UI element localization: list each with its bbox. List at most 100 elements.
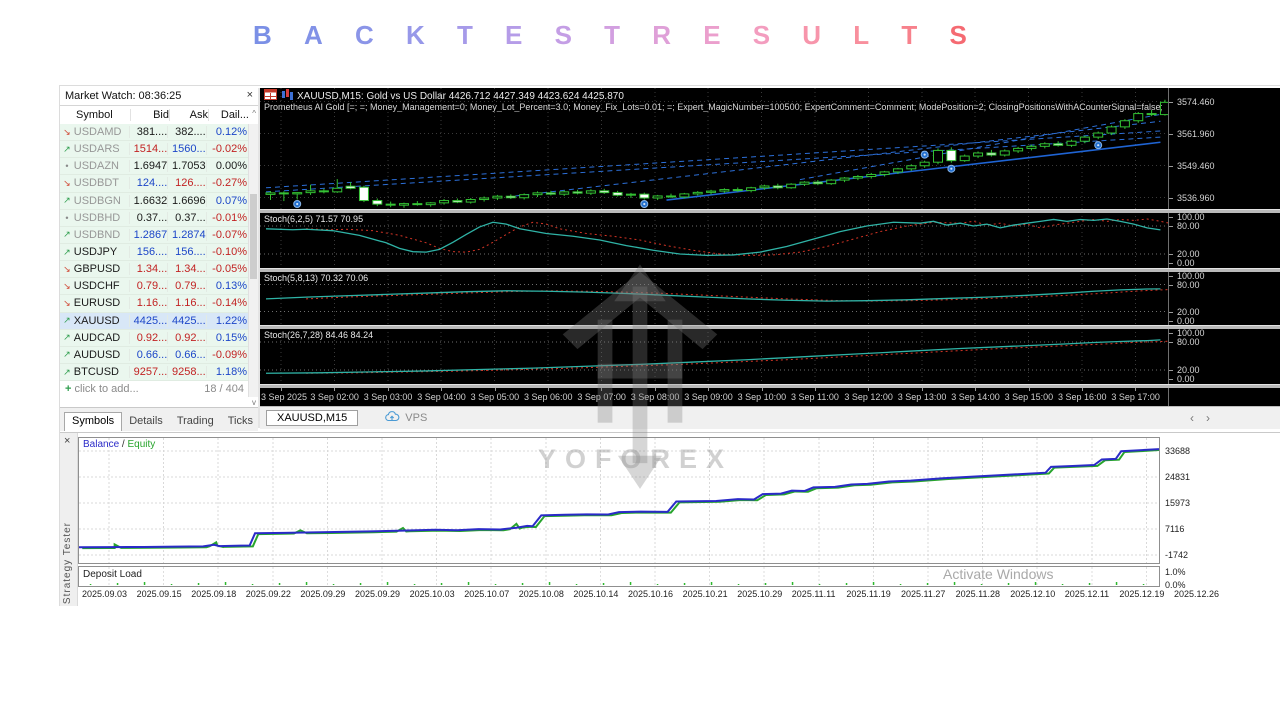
indicator-scale-label: 0.00 xyxy=(1177,374,1195,385)
symbol-cell: USDBND xyxy=(73,228,121,241)
date-label: 2025.09.15 xyxy=(136,589,182,599)
price-label: 3549.460 xyxy=(1177,160,1215,171)
market-watch-row[interactable]: • USDAZN 1.6947 1.7053 0.00% xyxy=(60,158,249,176)
scale-tick xyxy=(1169,254,1173,255)
column-daily[interactable]: Dail... xyxy=(208,109,251,121)
market-watch-row[interactable]: ↘ USDCHF 0.79... 0.79... 0.13% xyxy=(60,278,249,296)
tester-close-icon[interactable]: × xyxy=(64,435,70,447)
scale-tick xyxy=(1169,263,1173,265)
time-tick xyxy=(975,388,977,391)
date-label: 2025.10.21 xyxy=(682,589,728,599)
trend-down-icon: ↘ xyxy=(63,263,71,274)
column-ask[interactable]: Ask xyxy=(169,109,208,121)
symbol-cell: USDAMD xyxy=(73,126,122,139)
indicator-label-stoch2: Stoch(5,8,13) 70.32 70.06 xyxy=(264,273,369,283)
market-watch-row[interactable]: • USDBHD 0.37... 0.37... -0.01% xyxy=(60,209,249,227)
column-symbol[interactable]: Symbol xyxy=(60,109,130,121)
vps-button[interactable]: VPS xyxy=(384,411,427,425)
ea-parameters: Prometheus AI Gold [=; =; Money_Manageme… xyxy=(264,102,1162,112)
market-watch-row[interactable]: ↗ AUDUSD 0.66... 0.66... -0.09% xyxy=(60,346,249,364)
market-watch-row[interactable]: ↗ USDBND 1.2867 1.2874 -0.07% xyxy=(60,226,249,244)
date-label: 2025.09.22 xyxy=(245,589,291,599)
time-axis[interactable]: 3 Sep 2025 3 Sep 02:00 3 Sep 03:00 3 Sep 04… xyxy=(260,387,1168,407)
bid-cell: 1.6947 xyxy=(128,160,167,173)
time-label: 3 Sep 2025 xyxy=(261,392,308,402)
tab-scroll-right-icon[interactable]: › xyxy=(1206,411,1210,425)
column-bid[interactable]: Bid xyxy=(130,109,169,121)
date-label: 2025.11.28 xyxy=(955,589,1000,599)
stoch3-chart[interactable] xyxy=(260,328,1168,384)
ask-cell: 1.6696 xyxy=(167,194,206,207)
ask-cell: 1.16... xyxy=(167,297,206,310)
symbol-cell: USDARS xyxy=(73,143,120,156)
symbol-cell: USDBGN xyxy=(73,194,121,207)
tab-symbols[interactable]: Symbols xyxy=(64,412,123,431)
trend-up-icon: ↗ xyxy=(63,195,71,206)
banner-letter: S xyxy=(949,20,967,50)
symbol-cell: USDAZN xyxy=(73,160,120,173)
scroll-up-icon[interactable]: ^ xyxy=(252,109,256,118)
price-scale[interactable]: 3574.460 3561.960 3549.460 3536.960 100.00 80… xyxy=(1168,88,1280,406)
panel-separator[interactable] xyxy=(260,325,1280,329)
equity-legend: Balance / Equity xyxy=(83,439,156,450)
stoch1-chart[interactable] xyxy=(260,212,1168,268)
market-watch-row[interactable]: ↗ USDBGN 1.6632 1.6696 0.07% xyxy=(60,192,249,210)
daily-cell: -0.09% xyxy=(205,348,249,361)
market-watch-row[interactable]: ↘ USDAMD 381.... 382.... 0.12% xyxy=(60,124,249,142)
banner-letter: E xyxy=(505,20,523,50)
trend-down-icon: ↘ xyxy=(63,177,71,188)
scrollbar-thumb[interactable] xyxy=(250,194,257,279)
tab-details[interactable]: Details xyxy=(122,413,170,431)
trend-up-icon: ↗ xyxy=(63,332,71,343)
time-tick xyxy=(1028,388,1030,391)
tab-trading[interactable]: Trading xyxy=(170,413,221,431)
market-watch-row[interactable]: ↘ USDBDT 124.... 126.... -0.27% xyxy=(60,175,249,193)
equity-chart[interactable]: Balance / Equity xyxy=(78,437,1160,564)
time-label: 3 Sep 12:00 xyxy=(844,392,893,402)
time-tick xyxy=(281,388,282,391)
bid-cell: 124.... xyxy=(128,177,167,190)
market-watch-title: Market Watch: 08:36:25 xyxy=(65,90,182,102)
ask-cell: 1.34... xyxy=(167,263,206,276)
ask-cell: 1560... xyxy=(167,143,206,156)
tab-ticks[interactable]: Ticks xyxy=(221,413,260,431)
time-label: 3 Sep 13:00 xyxy=(897,392,947,402)
plus-icon: + xyxy=(65,383,72,395)
add-symbol-button[interactable]: + click to add... xyxy=(65,383,139,397)
symbol-cell: EURUSD xyxy=(73,297,121,310)
market-watch-row[interactable]: ↗ BTCUSD 9257... 9258... 1.18% xyxy=(60,363,249,382)
chart-tab-bar: XAUUSD,M15 VPS ‹ › xyxy=(260,406,1280,429)
deposit-load-chart[interactable]: Deposit Load xyxy=(78,566,1160,587)
market-watch-row[interactable]: ↗ USDJPY 156.... 156.... -0.10% xyxy=(60,243,249,262)
daily-cell: 0.07% xyxy=(205,194,249,207)
bid-cell: 1.2867 xyxy=(128,228,167,241)
mt5-window: Market Watch: 08:36:25 × Symbol Bid Ask … xyxy=(60,86,1280,606)
time-label: 3 Sep 16:00 xyxy=(1058,392,1107,402)
legend-equity: Equity xyxy=(127,439,156,450)
indicator-scale-label: 80.00 xyxy=(1177,279,1200,290)
chart-title: XAUUSD,M15: Gold vs US Dollar 4426.712 4… xyxy=(297,90,624,102)
scroll-down-icon[interactable]: v xyxy=(252,398,256,407)
tab-label: XAUUSD,M15 xyxy=(277,412,348,424)
ask-cell: 1.2874 xyxy=(167,228,206,241)
market-watch-row[interactable]: ↗ AUDCAD 0.92... 0.92... 0.15% xyxy=(60,329,249,347)
ask-cell: 0.37... xyxy=(167,211,206,224)
market-watch-row[interactable]: ↘ GBPUSD 1.34... 1.34... -0.05% xyxy=(60,261,249,279)
panel-separator[interactable] xyxy=(260,384,1280,388)
chart-panel[interactable]: 3 Sep 2025 3 Sep 02:00 3 Sep 03:00 3 Sep 04… xyxy=(260,88,1280,407)
tab-xauusd-m15[interactable]: XAUUSD,M15 xyxy=(266,410,359,426)
market-watch-row[interactable]: ↗ XAUUSD 4425... 4425... 1.22% xyxy=(60,312,249,330)
date-label: 2025.09.29 xyxy=(300,589,346,599)
daily-cell: -0.14% xyxy=(205,297,249,310)
stoch2-chart[interactable] xyxy=(260,271,1168,325)
market-watch-row[interactable]: ↘ EURUSD 1.16... 1.16... -0.14% xyxy=(60,295,249,313)
banner-letter: C xyxy=(354,20,374,50)
panel-separator[interactable] xyxy=(260,209,1280,213)
trend-down-icon: ↘ xyxy=(63,126,71,137)
tab-scroll-left-icon[interactable]: ‹ xyxy=(1190,411,1194,425)
market-watch-row[interactable]: ↗ USDARS 1514... 1560... -0.02% xyxy=(60,141,249,159)
bid-cell: 0.92... xyxy=(128,331,167,344)
panel-separator[interactable] xyxy=(260,268,1280,272)
market-watch-scrollbar[interactable] xyxy=(248,124,258,397)
close-icon[interactable]: × xyxy=(247,90,253,101)
